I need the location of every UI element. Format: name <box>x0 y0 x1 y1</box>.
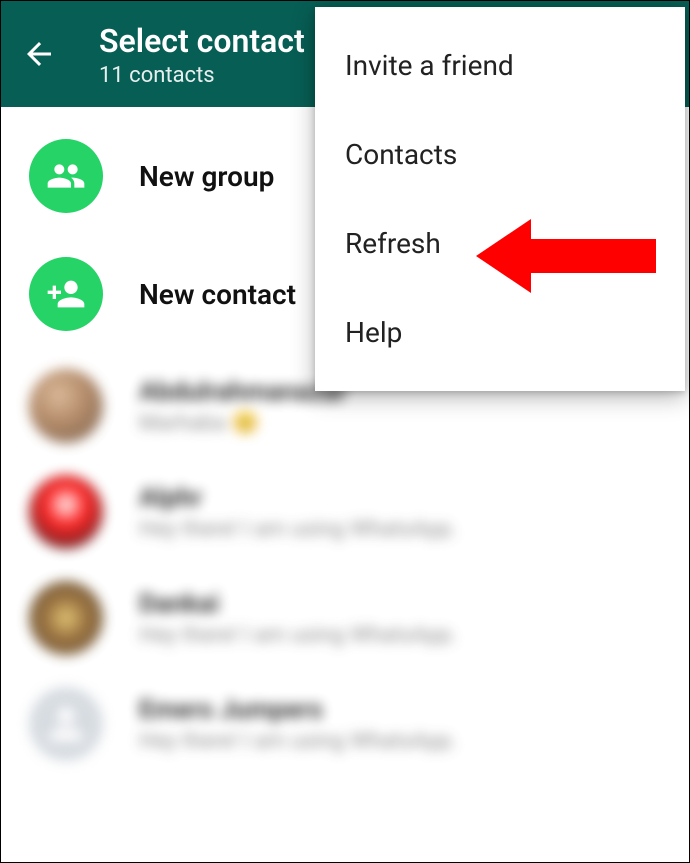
contact-status: Hey there! I am using WhatsApp. <box>139 517 457 542</box>
contact-text: Alphr Hey there! I am using WhatsApp. <box>139 483 457 542</box>
contact-text: Emers Jumpers Hey there! I am using What… <box>139 695 457 754</box>
person-icon <box>41 699 91 749</box>
menu-contacts[interactable]: Contacts <box>315 110 685 199</box>
contact-status: Hey there! I am using WhatsApp. <box>139 729 457 754</box>
avatar <box>29 369 103 443</box>
contact-name: Alphr <box>139 483 457 513</box>
group-icon <box>29 139 103 213</box>
contact-status: Marhaba 😊 <box>139 411 346 436</box>
people-icon <box>46 156 86 196</box>
menu-help[interactable]: Help <box>315 288 685 377</box>
menu-refresh[interactable]: Refresh <box>315 199 685 288</box>
contact-row[interactable]: Dankai Hey there! I am using WhatsApp. <box>1 565 689 671</box>
person-add-icon <box>46 274 86 314</box>
contact-row[interactable]: Emers Jumpers Hey there! I am using What… <box>1 671 689 777</box>
avatar <box>29 475 103 549</box>
avatar <box>29 581 103 655</box>
contact-name: Dankai <box>139 589 457 619</box>
contact-name: Emers Jumpers <box>139 695 457 725</box>
contacts-count: 11 contacts <box>99 63 305 88</box>
overflow-menu: Invite a friend Contacts Refresh Help <box>315 7 685 391</box>
contact-row[interactable]: Alphr Hey there! I am using WhatsApp. <box>1 459 689 565</box>
avatar <box>29 687 103 761</box>
menu-invite-friend[interactable]: Invite a friend <box>315 21 685 110</box>
arrow-left-icon <box>21 36 57 72</box>
new-contact-label: New contact <box>139 278 296 311</box>
new-group-label: New group <box>139 160 274 193</box>
contact-status: Hey there! I am using WhatsApp. <box>139 623 457 648</box>
page-title: Select contact <box>99 21 305 61</box>
add-person-icon <box>29 257 103 331</box>
contact-text: Dankai Hey there! I am using WhatsApp. <box>139 589 457 648</box>
back-button[interactable] <box>21 36 57 72</box>
header-text: Select contact 11 contacts <box>99 21 305 88</box>
